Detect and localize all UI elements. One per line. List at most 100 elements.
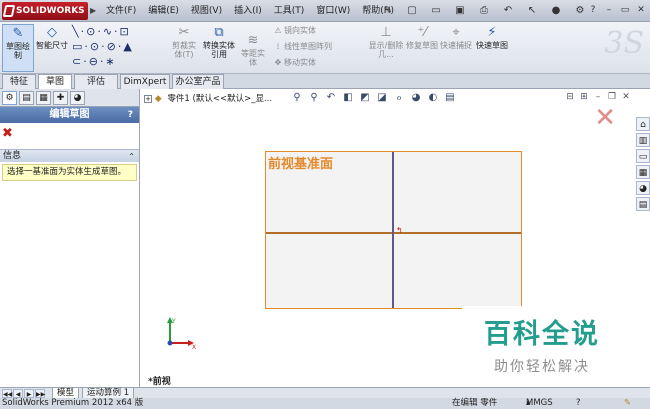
front-plane[interactable]: 前视基准面 ↰ bbox=[265, 151, 522, 309]
status-help-icon[interactable]: ? bbox=[576, 398, 581, 409]
move-entities-button[interactable]: ✥ 移动实体 bbox=[272, 57, 316, 69]
rebuild-status-icon[interactable]: ✎ bbox=[624, 398, 631, 409]
menu-window[interactable]: 窗口(W) bbox=[310, 0, 356, 22]
view-orientation-icon[interactable]: ◩ bbox=[358, 91, 372, 105]
origin-icon: ↰ bbox=[396, 226, 403, 235]
close-window-icon[interactable]: ✕ bbox=[634, 3, 648, 17]
select-cursor-icon[interactable]: ↖ bbox=[522, 3, 542, 19]
display-manager-tab-icon[interactable]: ◕ bbox=[70, 91, 85, 105]
new-file-icon[interactable]: ▢ bbox=[402, 3, 422, 19]
tab-office-products[interactable]: 办公室产品 bbox=[172, 74, 224, 89]
view-palette-icon[interactable]: ▦ bbox=[636, 165, 650, 179]
command-manager-tabs: 特征 草图 评估 DimXpert 办公室产品 bbox=[0, 74, 650, 90]
exit-sketch-x-icon[interactable]: ✕ bbox=[594, 103, 616, 133]
prev-tab-icon[interactable]: ◀ bbox=[13, 389, 23, 398]
view-name-label: *前视 bbox=[148, 377, 171, 387]
convert-icon: ⧉ bbox=[214, 25, 224, 40]
ds-watermark-logo: 3S bbox=[604, 26, 644, 61]
menu-file[interactable]: 文件(F) bbox=[100, 0, 142, 22]
appearances-icon[interactable]: ◕ bbox=[636, 181, 650, 195]
unit-system-selector[interactable]: MMGS ▴ bbox=[526, 398, 553, 409]
repair-sketch-button[interactable]: ⁺⁄ 修复草图 bbox=[406, 24, 438, 72]
zoom-area-icon[interactable]: ⚲ bbox=[307, 91, 321, 105]
quick-snaps-button[interactable]: ⌖ 快速捕捉 bbox=[440, 24, 472, 72]
cancel-button[interactable]: ✖ bbox=[0, 123, 139, 145]
mirror-entities-button[interactable]: ⚠ 镜向实体 bbox=[272, 25, 316, 37]
print-icon[interactable]: ⎙ bbox=[474, 3, 494, 19]
hide-show-items-icon[interactable]: ℴ bbox=[392, 91, 406, 105]
offset-icon: ≋ bbox=[247, 33, 259, 48]
info-section-header[interactable]: 信息 ⌃ bbox=[0, 149, 139, 162]
menu-edit[interactable]: 编辑(E) bbox=[142, 0, 185, 22]
apply-scene-icon[interactable]: ◐ bbox=[426, 91, 440, 105]
trim-label: 剪裁实体(T) bbox=[172, 41, 196, 59]
solidworks-resources-icon[interactable]: ⌂ bbox=[636, 117, 650, 131]
tile-horizontal-icon[interactable]: ⊟ bbox=[564, 91, 576, 103]
tile-vertical-icon[interactable]: ⊞ bbox=[578, 91, 590, 103]
display-style-icon[interactable]: ◪ bbox=[375, 91, 389, 105]
last-tab-icon[interactable]: ▶▶ bbox=[35, 389, 45, 398]
traffic-light-icon[interactable]: ● bbox=[546, 3, 566, 19]
edit-appearance-icon[interactable]: ◕ bbox=[409, 91, 423, 105]
smart-dimension-button[interactable]: ◇ 智能尺寸 bbox=[36, 24, 68, 72]
trim-entities-button[interactable]: ✂ 剪裁实体(T) bbox=[170, 24, 198, 72]
flyout-feature-tree[interactable]: + ◆ 零件1 (默认<<默认>_显... bbox=[144, 93, 272, 105]
collapse-chevron-icon[interactable]: ⌃ bbox=[128, 150, 135, 163]
property-manager-tab-icon[interactable]: ▤ bbox=[19, 91, 34, 105]
tab-sketch[interactable]: 草图 bbox=[38, 74, 72, 90]
pin-icon[interactable]: ✎ bbox=[378, 3, 398, 19]
file-explorer-icon[interactable]: ▭ bbox=[636, 149, 650, 163]
rapid-sketch-icon: ⚡ bbox=[487, 25, 497, 40]
svg-text:Y: Y bbox=[171, 318, 176, 325]
tab-dimxpert[interactable]: DimXpert bbox=[120, 74, 170, 89]
feature-tree-tab-icon[interactable]: ⚙ bbox=[2, 91, 17, 105]
line-arc-tools[interactable]: ╲·⊙·∿·⊡ bbox=[72, 24, 168, 39]
tree-root-label: 零件1 (默认<<默认>_显... bbox=[167, 94, 273, 104]
convert-entities-button[interactable]: ⧉ 转换实体引用 bbox=[202, 24, 236, 72]
rapid-sketch-button[interactable]: ⚡ 快速草图 bbox=[476, 24, 508, 72]
offset-label: 等距实体 bbox=[241, 49, 265, 67]
doc-minimize-icon[interactable]: – bbox=[592, 91, 604, 103]
minimize-icon[interactable]: – bbox=[602, 3, 616, 17]
solidworks-logo[interactable]: SOLIDWORKS bbox=[2, 2, 88, 20]
watermark-subtitle: 助你轻松解决 bbox=[494, 359, 590, 375]
section-view-icon[interactable]: ◧ bbox=[341, 91, 355, 105]
heads-up-view-toolbar: ⚲ ⚲ ↶ ◧ ◩ ◪ ℴ ◕ ◐ ▤ bbox=[290, 91, 457, 105]
undo-icon[interactable]: ↶ bbox=[498, 3, 518, 19]
linear-pattern-icon: ⁞ bbox=[276, 42, 280, 51]
offset-entities-button[interactable]: ≋ 等距实体 bbox=[238, 32, 268, 72]
menu-tools[interactable]: 工具(T) bbox=[268, 0, 311, 22]
logo-arrow-icon[interactable]: ▶ bbox=[90, 6, 96, 15]
info-message: 选择一基准面为实体生成草图。 bbox=[2, 164, 137, 181]
sketch-button[interactable]: ✎ 草图绘制 bbox=[2, 24, 34, 72]
tab-evaluate[interactable]: 评估 bbox=[74, 74, 118, 89]
custom-properties-icon[interactable]: ▤ bbox=[636, 197, 650, 211]
menu-view[interactable]: 视图(V) bbox=[185, 0, 228, 22]
view-settings-icon[interactable]: ▤ bbox=[443, 91, 457, 105]
previous-view-icon[interactable]: ↶ bbox=[324, 91, 338, 105]
linear-pattern-button[interactable]: ⁞ 线性草图阵列 bbox=[272, 41, 332, 53]
expand-icon[interactable]: + bbox=[144, 94, 152, 103]
menu-insert[interactable]: 插入(I) bbox=[228, 0, 268, 22]
open-folder-icon[interactable]: ▭ bbox=[426, 3, 446, 19]
help-icon[interactable]: ? bbox=[586, 3, 600, 17]
design-library-icon[interactable]: ▥ bbox=[636, 133, 650, 147]
restore-icon[interactable]: ▭ bbox=[618, 3, 632, 17]
title-bar: SOLIDWORKS ▶ 文件(F) 编辑(E) 视图(V) 插入(I) 工具(… bbox=[0, 0, 650, 22]
doc-restore-icon[interactable]: ❐ bbox=[606, 91, 618, 103]
doc-close-icon[interactable]: ✕ bbox=[620, 91, 632, 103]
plane-label: 前视基准面 bbox=[268, 157, 334, 172]
first-tab-icon[interactable]: ◀◀ bbox=[2, 389, 12, 398]
panel-help-button[interactable]: ? bbox=[128, 107, 133, 123]
slot-point-tools[interactable]: ⊂·⊖·∗ bbox=[72, 54, 168, 69]
tab-features[interactable]: 特征 bbox=[2, 74, 36, 89]
display-delete-label: 显示/删除几... bbox=[368, 41, 404, 59]
dimxpert-manager-tab-icon[interactable]: ✚ bbox=[53, 91, 68, 105]
display-delete-relations-button[interactable]: ⊥ 显示/删除几... bbox=[368, 24, 404, 72]
rect-spline-tools[interactable]: ▭·⊙·⊘·▲ bbox=[72, 39, 168, 54]
next-tab-icon[interactable]: ▶ bbox=[24, 389, 34, 398]
zoom-fit-icon[interactable]: ⚲ bbox=[290, 91, 304, 105]
linear-pattern-label: 线性草图阵列 bbox=[284, 42, 332, 51]
config-manager-tab-icon[interactable]: ▦ bbox=[36, 91, 51, 105]
save-icon[interactable]: ▣ bbox=[450, 3, 470, 19]
